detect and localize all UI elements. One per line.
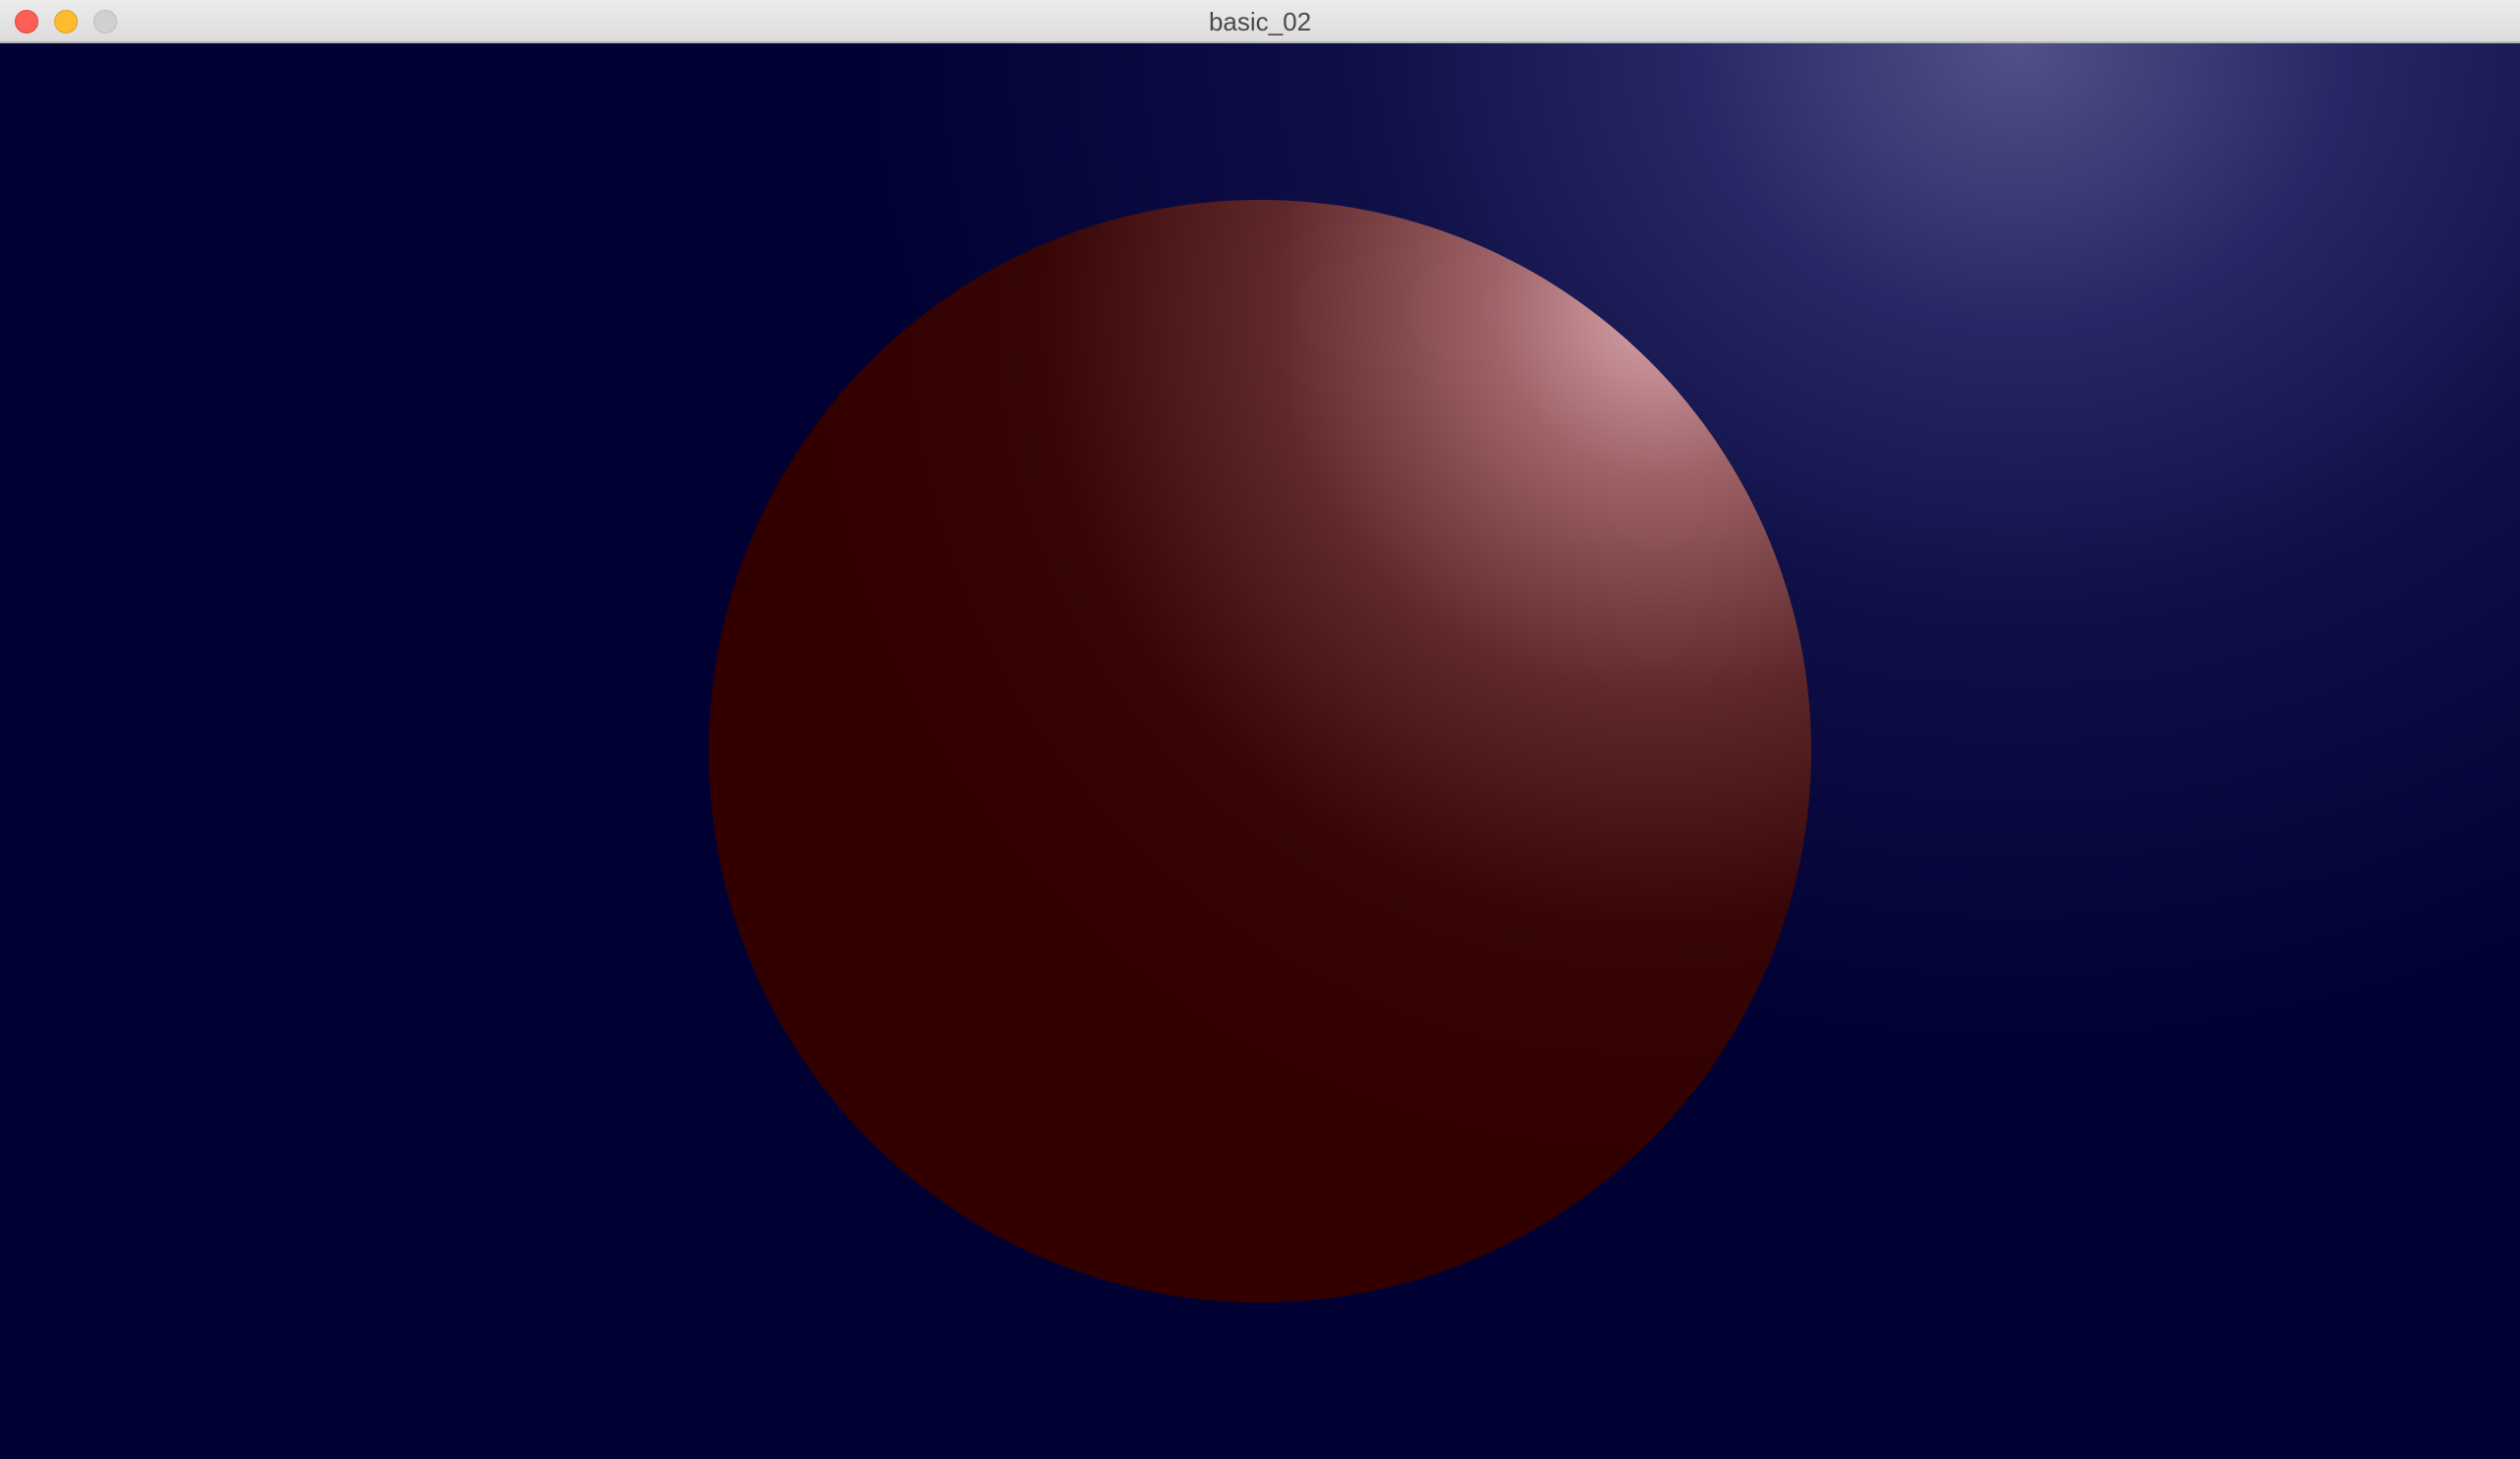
title-bar[interactable]: basic_02 [0, 0, 2520, 43]
app-window: basic_02 [0, 0, 2520, 1459]
shaded-sphere [709, 200, 1811, 1302]
window-title: basic_02 [1208, 7, 1312, 36]
render-viewport[interactable] [0, 43, 2520, 1459]
